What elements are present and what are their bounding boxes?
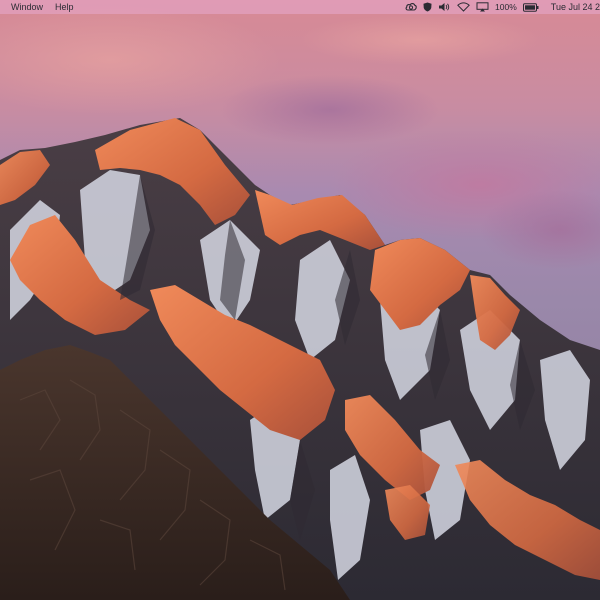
battery-icon[interactable] (522, 0, 539, 14)
airplay-icon[interactable] (476, 0, 489, 14)
battery-percent: 100% (495, 2, 517, 12)
menu-window[interactable]: Window (11, 0, 43, 14)
volume-icon[interactable] (438, 0, 451, 14)
status-menus: 100% Tue Jul 24 2 (405, 0, 600, 14)
menu-bar: Window Help 100% Tue Jul 24 2 (0, 0, 600, 14)
shield-icon[interactable] (423, 0, 432, 14)
menu-help[interactable]: Help (55, 0, 74, 14)
menu-clock[interactable]: Tue Jul 24 2 (551, 0, 600, 14)
desktop-wallpaper (0, 0, 600, 600)
creative-cloud-icon[interactable] (405, 0, 417, 14)
app-menu: Window Help (0, 0, 74, 14)
cloud (220, 75, 440, 145)
desktop: Window Help 100% Tue Jul 24 2 (0, 0, 600, 600)
wifi-icon[interactable] (457, 0, 470, 14)
cloud (300, 15, 540, 65)
